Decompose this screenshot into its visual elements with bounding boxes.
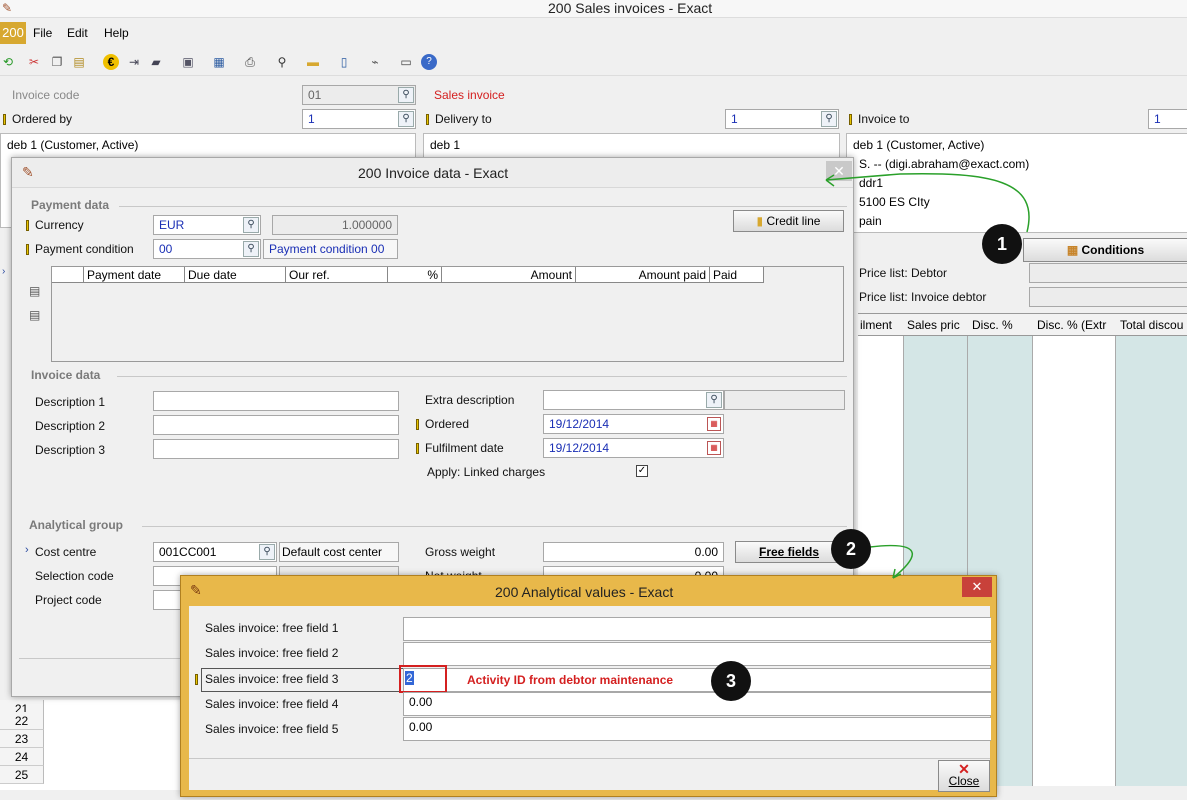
step-2-marker: 2 (831, 529, 871, 569)
step-1-marker: 1 (982, 224, 1022, 264)
step-3-marker: 3 (711, 661, 751, 701)
arrow-2 (869, 544, 914, 579)
arrow-1-head (825, 174, 835, 187)
arrow-2-head (892, 568, 902, 579)
annotation-arrows (825, 172, 1030, 579)
